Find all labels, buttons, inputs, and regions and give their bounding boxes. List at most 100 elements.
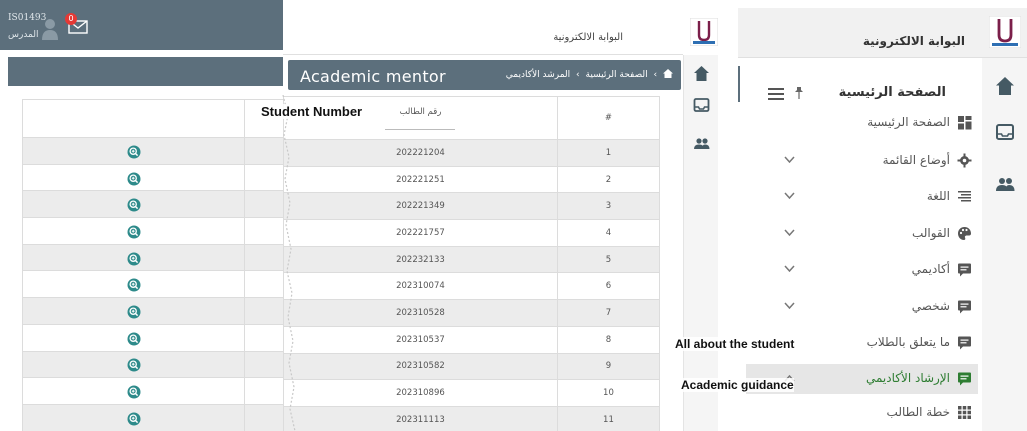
zoom-in-icon[interactable] xyxy=(127,385,141,399)
sidebar-item-label: القوالب xyxy=(911,226,950,240)
action-cell xyxy=(22,323,245,352)
student-number-cell: 202311113 xyxy=(283,405,558,431)
table-row[interactable]: 202221757 4 xyxy=(283,219,661,247)
users-icon[interactable] xyxy=(995,174,1015,194)
home-icon[interactable] xyxy=(693,65,710,82)
zoom-in-icon[interactable] xyxy=(127,198,141,212)
table-row xyxy=(22,163,283,192)
university-logo xyxy=(989,16,1021,48)
row-number-cell: 11 xyxy=(556,405,661,431)
student-number-cell: 202310537 xyxy=(283,325,558,354)
table-header-cell xyxy=(22,99,245,138)
table-row xyxy=(22,297,283,325)
table-cell xyxy=(244,163,283,192)
action-cell xyxy=(22,163,245,192)
row-number-cell: 6 xyxy=(556,272,661,301)
message-icon xyxy=(958,300,971,314)
student-number-cell: 202232133 xyxy=(283,245,558,274)
zoom-in-icon[interactable] xyxy=(127,145,141,159)
notification-badge: 0 xyxy=(65,13,77,25)
table-row[interactable]: 202311113 11 xyxy=(283,405,661,431)
inbox-icon[interactable] xyxy=(995,122,1015,142)
table-cell xyxy=(244,243,283,272)
zoom-in-icon[interactable] xyxy=(127,225,141,239)
breadcrumb-separator: › xyxy=(576,70,580,80)
chevron-down-icon[interactable] xyxy=(784,229,795,237)
middle-panel: البوابة الالكترونية Academic mentor › ال… xyxy=(283,0,738,431)
sidebar-item[interactable]: اللغة xyxy=(746,182,978,212)
sidebar-item[interactable]: أكاديمي xyxy=(746,255,978,285)
home-icon[interactable] xyxy=(995,76,1015,96)
student-number-cell: 202310074 xyxy=(283,272,558,301)
message-icon xyxy=(958,263,971,277)
row-number-cell: 10 xyxy=(556,379,661,407)
sidebar-item-label: شخصي xyxy=(911,299,950,313)
table-row[interactable]: 202221349 3 xyxy=(283,192,661,221)
table-row xyxy=(22,217,283,245)
top-bar: البوابة الالكترونية xyxy=(283,8,683,55)
icon-rail xyxy=(982,58,1027,431)
table-row[interactable]: 202310074 6 xyxy=(283,272,661,301)
sidebar-item-label: أكاديمي xyxy=(911,262,950,276)
chevron-down-icon[interactable] xyxy=(784,156,795,164)
action-cell xyxy=(22,190,245,219)
zoom-in-icon[interactable] xyxy=(127,305,141,319)
table-row[interactable]: 202310896 10 xyxy=(283,379,661,407)
sidebar-item[interactable]: أوضاع القائمة xyxy=(746,146,978,176)
inbox-icon[interactable] xyxy=(693,97,710,114)
title-bar xyxy=(8,57,283,86)
zoom-in-icon[interactable] xyxy=(127,332,141,346)
portal-title: البوابة الالكترونية xyxy=(862,34,965,48)
zoom-in-icon[interactable] xyxy=(127,412,141,426)
zoom-in-icon[interactable] xyxy=(127,358,141,372)
breadcrumb-home[interactable]: الصفحة الرئيسية xyxy=(586,70,648,80)
table-row[interactable]: 202310537 8 xyxy=(283,325,661,354)
zoom-in-icon[interactable] xyxy=(127,172,141,186)
chevron-down-icon[interactable] xyxy=(784,192,795,200)
user-avatar-icon[interactable] xyxy=(42,18,58,40)
chevron-down-icon[interactable] xyxy=(784,302,795,310)
sidebar-item-label: اللغة xyxy=(926,189,950,203)
table-row[interactable]: 202310582 9 xyxy=(283,352,661,381)
sidebar-item-label: الإرشاد الأكاديمي xyxy=(865,371,950,385)
zoom-in-icon[interactable] xyxy=(127,278,141,292)
breadcrumb-separator: › xyxy=(653,70,658,80)
sidebar-item[interactable]: الصفحة الرئيسية xyxy=(746,108,978,138)
sidebar-item[interactable]: خطة الطالب xyxy=(746,398,978,428)
column-header-number[interactable]: # xyxy=(556,96,661,140)
table-row[interactable]: 202221251 2 xyxy=(283,165,661,194)
student-number-cell: 202221349 xyxy=(283,192,558,221)
table-cell xyxy=(244,297,283,325)
breadcrumb-current: المرشد الأكاديمي xyxy=(505,70,571,80)
table-row[interactable]: 202221204 1 xyxy=(283,139,661,167)
gear-icon xyxy=(957,153,972,168)
student-number-cell: 202310896 xyxy=(283,379,558,407)
action-cell xyxy=(22,270,245,299)
university-logo xyxy=(690,18,718,46)
table-cell xyxy=(244,137,283,165)
menu-title[interactable]: الصفحة الرئيسية xyxy=(746,78,978,108)
users-icon[interactable] xyxy=(693,135,710,152)
user-role: المدرس xyxy=(8,30,39,40)
page-title: Academic mentor xyxy=(300,67,446,86)
chevron-down-icon[interactable] xyxy=(784,265,795,273)
action-cell xyxy=(22,403,245,431)
table-row xyxy=(22,323,283,352)
row-number-cell: 2 xyxy=(556,165,661,194)
table-row[interactable]: 202310528 7 xyxy=(283,299,661,327)
annotation-academic-guidance: Academic guidance xyxy=(681,378,794,392)
action-cell xyxy=(22,377,245,405)
zoom-in-icon[interactable] xyxy=(127,252,141,266)
row-number-cell: 5 xyxy=(556,245,661,274)
sidebar-item[interactable]: شخصي xyxy=(746,292,978,322)
table-cell xyxy=(244,217,283,245)
portal-title: البوابة الالكترونية xyxy=(553,32,623,43)
table-row xyxy=(22,377,283,405)
breadcrumb-bar: Academic mentor › الصفحة الرئيسية › المر… xyxy=(288,60,681,90)
row-number-cell: 8 xyxy=(556,325,661,354)
table-row[interactable]: 202232133 5 xyxy=(283,245,661,274)
table-row xyxy=(22,403,283,431)
student-actions-table xyxy=(22,99,283,431)
sidebar-item[interactable]: القوالب xyxy=(746,219,978,249)
home-icon[interactable] xyxy=(663,69,673,78)
